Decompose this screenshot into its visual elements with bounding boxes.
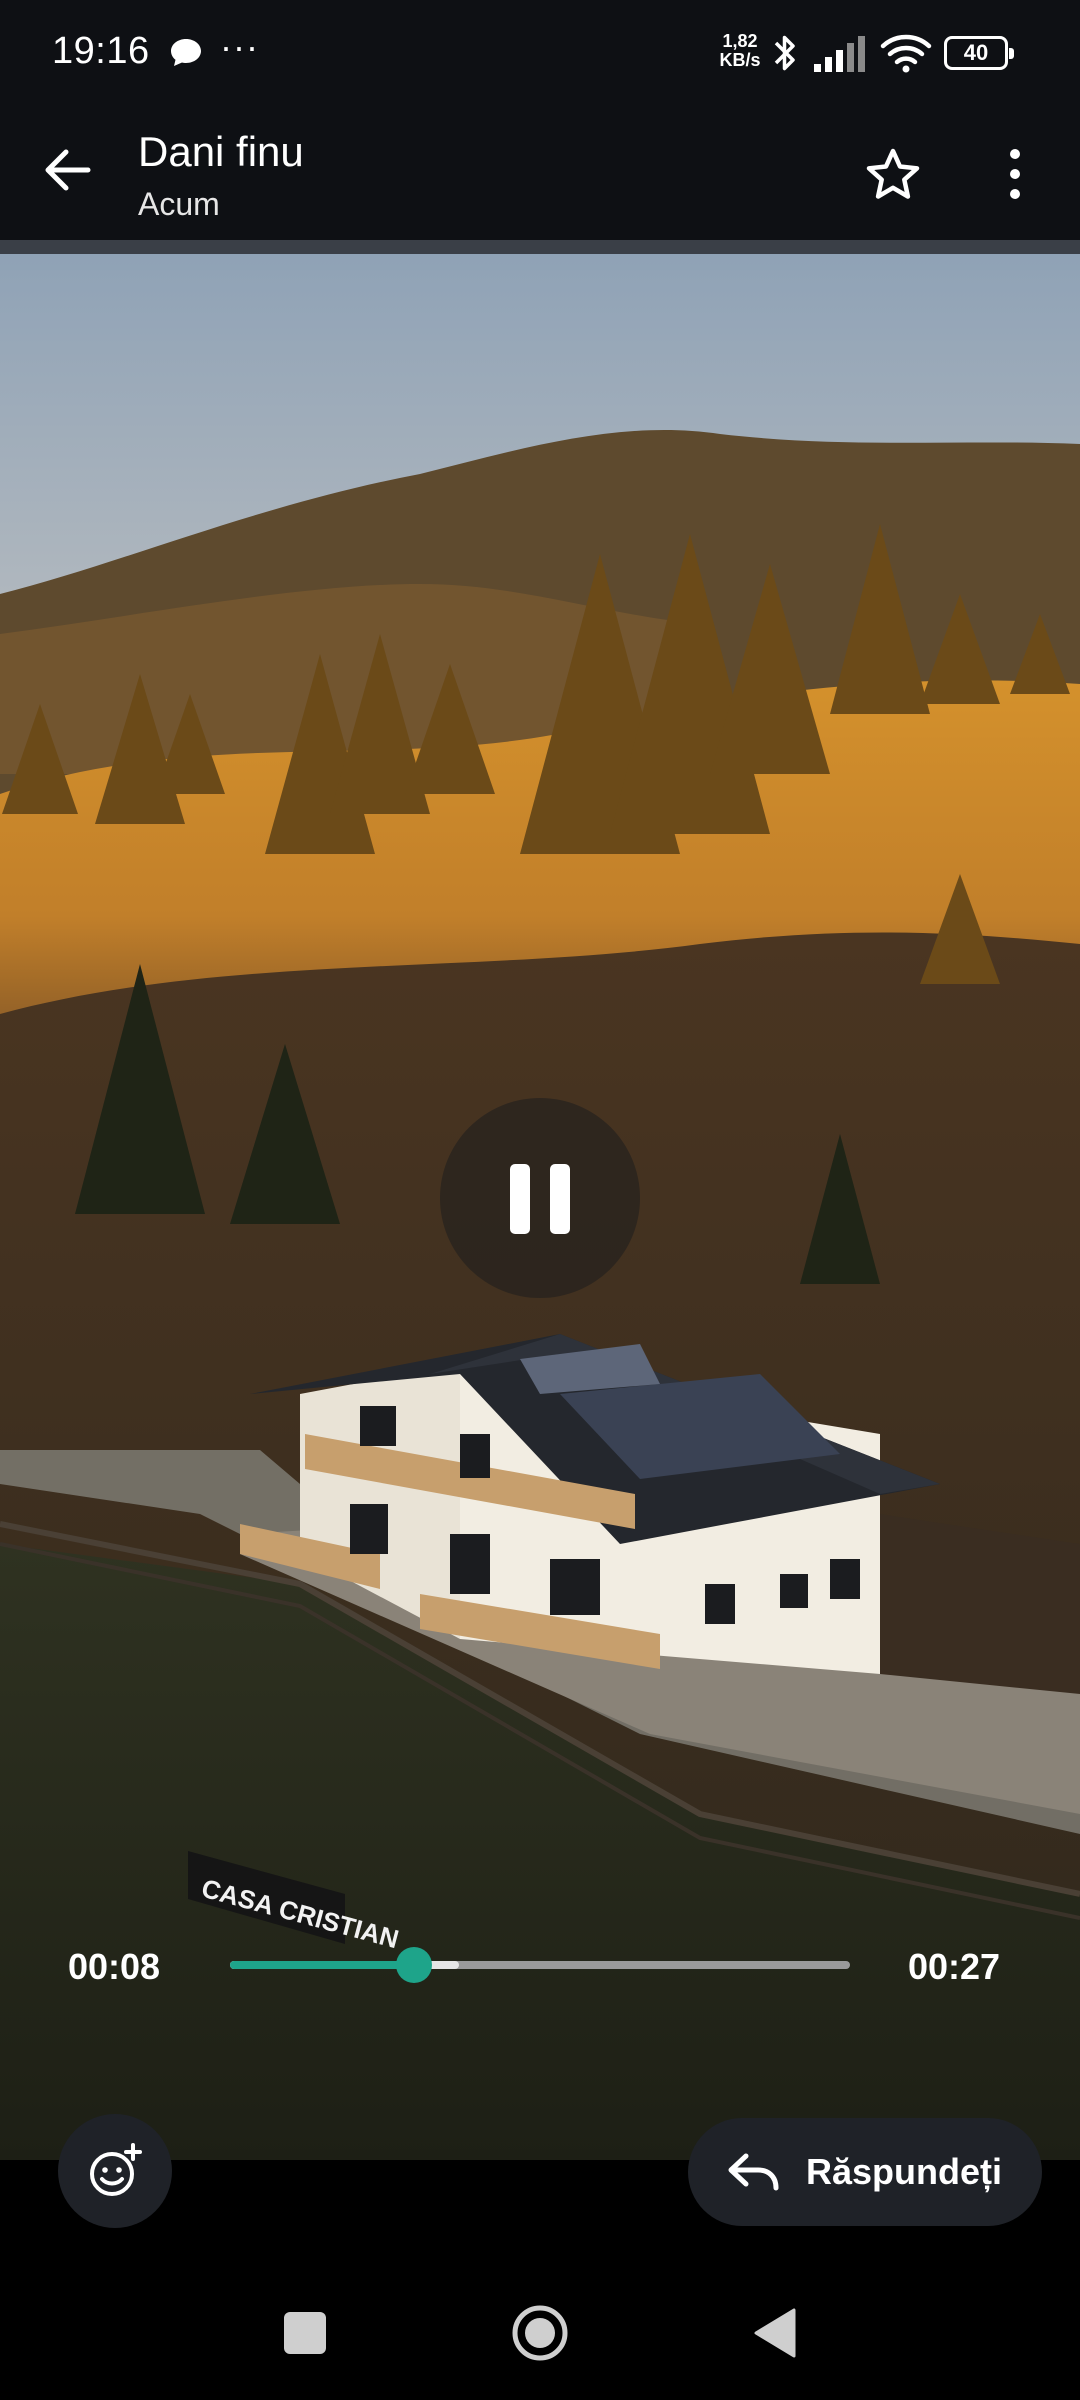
contact-name: Dani finu xyxy=(138,128,304,175)
bluetooth-icon xyxy=(774,35,795,71)
wifi-icon xyxy=(880,34,932,73)
network-speed-value: 1,82 xyxy=(722,31,758,51)
add-reaction-button[interactable] xyxy=(58,2114,172,2228)
back-triangle-icon[interactable] xyxy=(752,2306,798,2360)
battery-icon: 40 xyxy=(944,36,1014,70)
more-vert-icon[interactable] xyxy=(990,144,1040,204)
reply-arrow-icon xyxy=(728,2153,779,2191)
pause-icon-bar xyxy=(550,1164,570,1234)
header-divider xyxy=(0,240,1080,254)
progress-thumb[interactable] xyxy=(395,1947,432,1983)
network-speed: 1,82 KB/s xyxy=(712,32,768,70)
system-status-bar: 19:16 ··· 1,82 KB/s 40 xyxy=(0,0,1080,110)
recents-square-icon[interactable] xyxy=(284,2312,326,2354)
system-navigation-bar xyxy=(0,2230,1080,2400)
current-time: 00:08 xyxy=(68,1946,161,1987)
status-header: Dani finu Acum xyxy=(0,110,1080,240)
signal-icon xyxy=(814,36,865,72)
home-circle-icon[interactable] xyxy=(510,2303,570,2363)
pause-icon xyxy=(510,1164,530,1234)
network-speed-unit: KB/s xyxy=(719,50,761,70)
star-icon[interactable] xyxy=(864,146,922,204)
progress-fill xyxy=(230,1961,414,1969)
more-notifications-indicator: ··· xyxy=(220,26,259,67)
reply-label: Răspundeți xyxy=(806,2151,1003,2192)
progress-slider[interactable] xyxy=(230,1947,850,1983)
status-timestamp: Acum xyxy=(138,186,220,222)
emoji-add-icon xyxy=(90,2143,142,2196)
pause-button[interactable] xyxy=(440,1098,640,1298)
status-viewer-screen: 19:16 ··· 1,82 KB/s 40 Dani finu Acum CA… xyxy=(0,0,1080,2400)
chat-bubble-icon xyxy=(171,39,201,66)
clock: 19:16 xyxy=(52,30,150,72)
back-arrow-icon[interactable] xyxy=(38,140,98,200)
reply-button[interactable]: Răspundeți xyxy=(688,2118,1042,2226)
total-time: 00:27 xyxy=(908,1946,1001,1987)
